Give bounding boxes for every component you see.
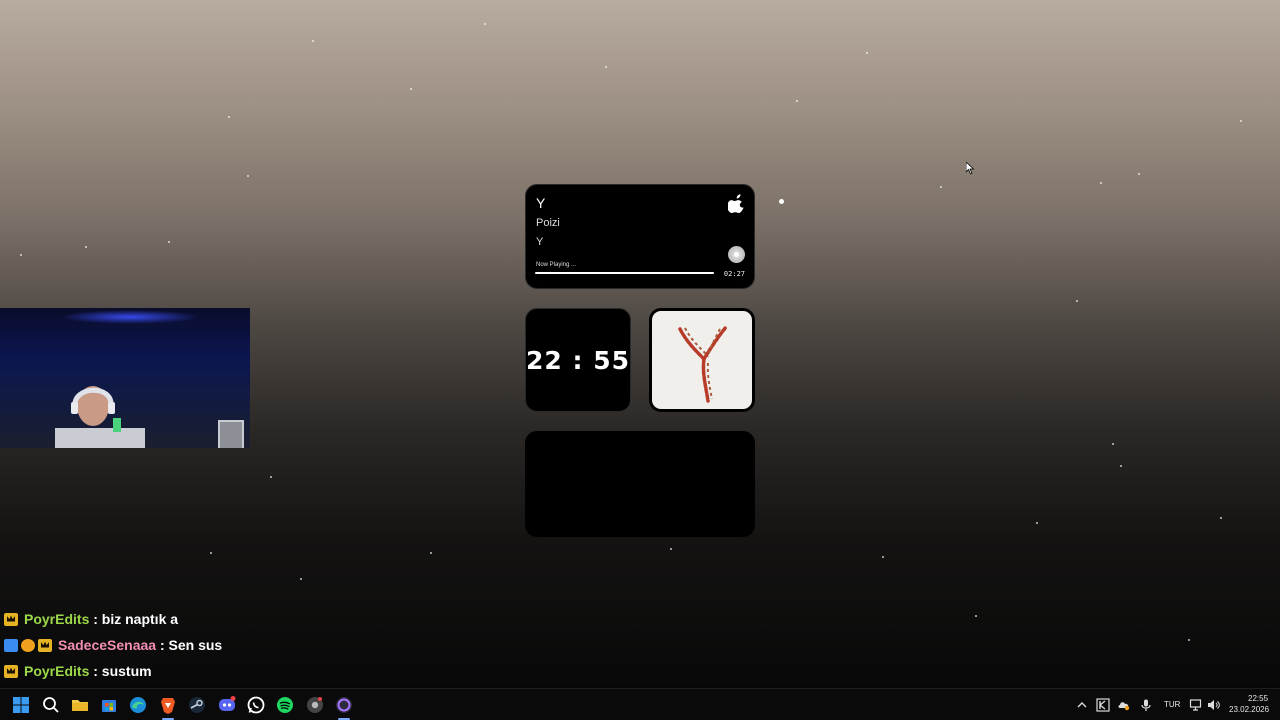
spotify-icon[interactable] <box>275 695 295 715</box>
taskbar-clock-date[interactable]: 23.02.2026 <box>1229 705 1269 714</box>
chat-message-text: : sustum <box>93 663 152 679</box>
chat-message-text: : Sen sus <box>159 637 223 653</box>
whatsapp-icon[interactable] <box>246 695 266 715</box>
chevron-up-icon[interactable] <box>1075 698 1089 712</box>
discord-icon[interactable] <box>217 695 237 715</box>
chat-username: PoyrEdits <box>24 611 90 627</box>
track-title: Y <box>536 195 546 211</box>
brave-icon[interactable] <box>158 695 178 715</box>
blue-badge-icon <box>4 638 18 652</box>
taskbar-clock-time[interactable]: 22:55 <box>1248 694 1268 703</box>
clock-widget: 22 : 55 <box>525 308 631 412</box>
crown-badge-icon <box>4 612 18 626</box>
network-icon[interactable] <box>1189 698 1203 712</box>
letter-y-photo <box>652 311 752 409</box>
chat-message: PoyrEdits : biz naptık a <box>4 606 222 632</box>
chrome-icon[interactable] <box>305 695 325 715</box>
windows-start-icon[interactable] <box>11 695 31 715</box>
apple-icon <box>728 194 744 213</box>
chat-username: SadeceSenaaa <box>58 637 157 653</box>
kick-icon[interactable] <box>1096 698 1110 712</box>
clock-time: 22 : 55 <box>526 345 630 375</box>
now-playing-label: Now Playing ... <box>536 262 577 268</box>
webcam-overlay <box>0 308 250 448</box>
obs-icon[interactable] <box>334 695 354 715</box>
led-strip <box>60 310 200 324</box>
album-art-disc-icon[interactable] <box>728 246 745 263</box>
track-time: 02:27 <box>723 270 745 278</box>
mouse-cursor <box>966 162 975 175</box>
steam-icon[interactable] <box>187 695 207 715</box>
orange-badge-icon <box>21 638 35 652</box>
track-album: Y <box>536 236 544 248</box>
cloud-icon[interactable] <box>1117 698 1131 712</box>
empty-widget <box>525 431 755 537</box>
wall-picture <box>218 420 244 448</box>
chat-username: PoyrEdits <box>24 663 90 679</box>
chat-message-text: : biz naptık a <box>93 611 179 627</box>
file-explorer-icon[interactable] <box>70 695 90 715</box>
microphone-icon[interactable] <box>1139 698 1153 712</box>
language-indicator[interactable]: TUR <box>1164 700 1180 709</box>
streamer-figure <box>55 386 145 448</box>
crown-badge-icon <box>38 638 52 652</box>
progress-bar[interactable] <box>535 272 714 274</box>
crown-badge-icon <box>4 664 18 678</box>
chat-message: PoyrEdits : sustum <box>4 658 222 684</box>
volume-icon[interactable] <box>1206 698 1220 712</box>
music-player-widget[interactable]: Y Poizi Y Now Playing ... 02:27 <box>525 184 755 289</box>
chat-message: SadeceSenaaa : Sen sus <box>4 632 222 658</box>
track-artist: Poizi <box>536 217 560 229</box>
photo-widget[interactable] <box>649 308 755 412</box>
store-icon[interactable] <box>99 695 119 715</box>
edge-icon[interactable] <box>128 695 148 715</box>
search-icon[interactable] <box>41 695 61 715</box>
taskbar: TUR 22:55 23.02.2026 <box>0 688 1280 720</box>
